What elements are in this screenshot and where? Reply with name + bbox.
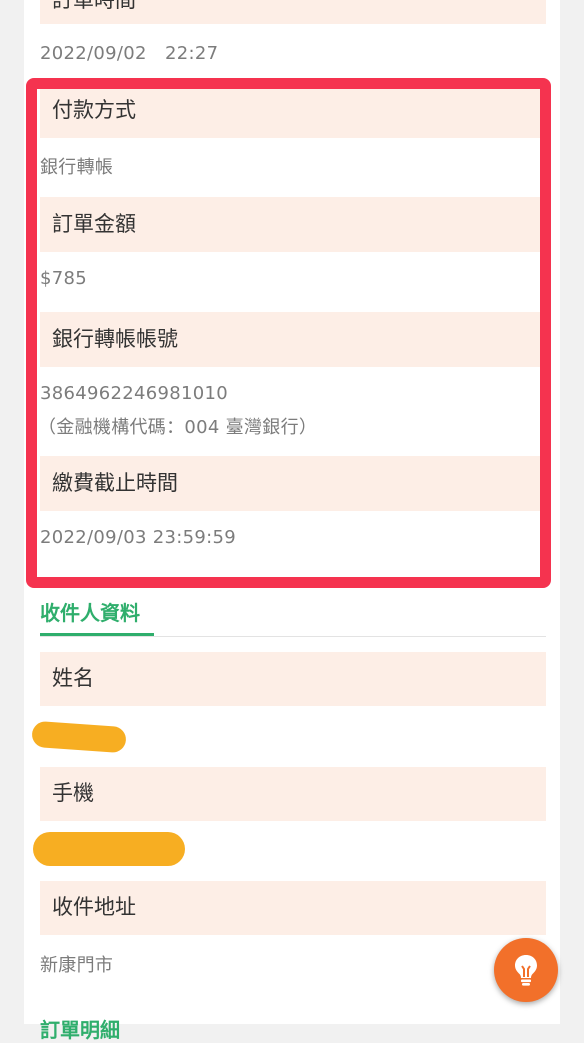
recipient-address-label: 收件地址	[52, 895, 136, 919]
recipient-phone-label: 手機	[52, 781, 94, 805]
order-time-value: 2022/09/02 22:27	[40, 43, 219, 64]
order-details-section-title: 訂單明細	[40, 1018, 120, 1042]
payment-method-label: 付款方式	[52, 98, 136, 122]
bank-code-info: （金融機構代碼：004 臺灣銀行）	[38, 417, 318, 438]
payment-method-label-row: 付款方式	[40, 83, 546, 138]
recipient-name-label-row: 姓名	[40, 652, 546, 706]
order-amount-value: $785	[40, 268, 88, 289]
recipient-address-value: 新康門市	[40, 955, 114, 976]
payment-deadline-label-row: 繳費截止時間	[40, 456, 546, 511]
tips-fab-button[interactable]	[494, 938, 558, 1002]
recipient-section-title: 收件人資料	[40, 601, 140, 625]
recipient-section-divider	[40, 636, 546, 637]
bank-account-label-row: 銀行轉帳帳號	[40, 312, 546, 367]
recipient-address-label-row: 收件地址	[40, 881, 546, 935]
order-amount-label: 訂單金額	[52, 212, 136, 236]
order-amount-label-row: 訂單金額	[40, 197, 546, 252]
recipient-phone-label-row: 手機	[40, 767, 546, 821]
bank-account-number: 3864962246981010	[40, 383, 229, 404]
order-time-label: 訂單時間	[52, 0, 136, 12]
lightbulb-icon	[515, 955, 537, 986]
order-time-label-row: 訂單時間	[40, 0, 546, 24]
recipient-phone-redaction	[33, 832, 185, 866]
payment-method-value: 銀行轉帳	[40, 157, 114, 178]
payment-deadline-label: 繳費截止時間	[52, 471, 178, 495]
recipient-name-label: 姓名	[52, 666, 94, 690]
bank-account-label: 銀行轉帳帳號	[52, 327, 178, 351]
payment-deadline-value: 2022/09/03 23:59:59	[40, 527, 237, 548]
